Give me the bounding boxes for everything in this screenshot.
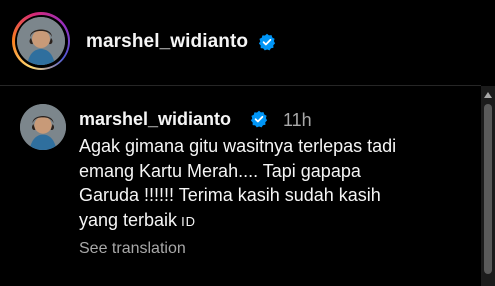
- comment-text: Agak gimana gitu wasitnya terlepas tadi …: [79, 136, 397, 230]
- header-username[interactable]: marshel_widianto: [86, 31, 248, 53]
- scroll-up-arrow-icon[interactable]: [484, 92, 492, 98]
- verified-badge-icon: [258, 33, 276, 51]
- avatar-image-icon: [20, 104, 66, 150]
- header-divider: [0, 85, 481, 86]
- profile-header: marshel_widianto: [0, 0, 495, 84]
- story-ring-avatar[interactable]: [12, 12, 70, 70]
- comment-username[interactable]: marshel_widianto: [79, 109, 231, 130]
- see-translation-link[interactable]: See translation: [79, 240, 186, 258]
- verified-badge-icon: [250, 110, 268, 128]
- comment-timestamp[interactable]: 11h: [283, 110, 312, 131]
- scrollbar-thumb[interactable]: [484, 104, 492, 274]
- comment-body: Agak gimana gitu wasitnya terlepas tadi …: [79, 134, 454, 234]
- scrollbar[interactable]: [481, 86, 495, 286]
- language-tag: ID: [181, 213, 197, 229]
- comment-avatar[interactable]: [20, 104, 66, 150]
- avatar: [17, 17, 65, 65]
- avatar-image-icon: [17, 17, 65, 65]
